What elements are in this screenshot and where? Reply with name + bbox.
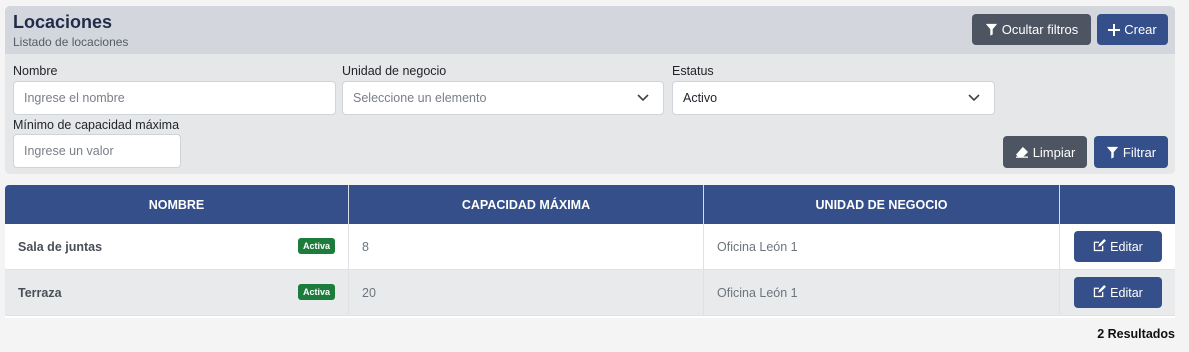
status-filter-label: Estatus xyxy=(672,64,714,78)
cell-actions: Editar xyxy=(1060,224,1175,269)
filter-icon xyxy=(985,23,998,36)
business-unit-select[interactable]: Seleccione un elemento xyxy=(342,81,664,115)
hide-filters-button[interactable]: Ocultar filtros xyxy=(972,14,1091,45)
clear-button[interactable]: Limpiar xyxy=(1003,136,1087,168)
filter-button[interactable]: Filtrar xyxy=(1094,136,1168,168)
cell-business-unit: Oficina León 1 xyxy=(704,224,1060,269)
filter-panel: Locaciones Listado de locaciones Ocultar… xyxy=(5,6,1175,174)
cell-name: Sala de juntas Activa xyxy=(5,224,349,269)
column-header-name[interactable]: NOMBRE xyxy=(5,185,349,224)
edit-icon xyxy=(1092,284,1107,301)
location-name: Sala de juntas xyxy=(18,239,103,254)
clear-label: Limpiar xyxy=(1032,144,1076,160)
name-filter-placeholder: Ingrese el nombre xyxy=(24,91,125,105)
chevron-down-icon xyxy=(637,91,649,105)
status-badge: Activa xyxy=(297,238,335,254)
name-filter-label: Nombre xyxy=(13,64,58,78)
results-count: 2 Resultados xyxy=(1097,327,1175,341)
business-unit-filter-label: Unidad de negocio xyxy=(342,64,447,78)
status-value: Activo xyxy=(683,91,718,105)
column-header-business-unit[interactable]: UNIDAD DE NEGOCIO xyxy=(704,185,1060,224)
cell-actions: Editar xyxy=(1060,270,1175,315)
edit-button[interactable]: Editar xyxy=(1073,277,1162,308)
eraser-icon xyxy=(1015,146,1029,158)
plus-icon xyxy=(1108,23,1121,36)
location-name: Terraza xyxy=(18,285,62,300)
min-capacity-input[interactable]: Ingrese un valor xyxy=(13,134,181,168)
min-capacity-filter-label: Mínimo de capacidad máxima xyxy=(13,118,180,132)
edit-icon xyxy=(1092,238,1107,255)
business-unit-placeholder: Seleccione un elemento xyxy=(353,91,487,105)
filter-label: Filtrar xyxy=(1122,144,1157,160)
page-subtitle: Listado de locaciones xyxy=(13,35,129,49)
cell-name: Terraza Activa xyxy=(5,270,349,315)
column-header-actions xyxy=(1060,185,1175,224)
create-label: Crear xyxy=(1124,22,1157,37)
page-title: Locaciones xyxy=(13,12,113,32)
edit-button[interactable]: Editar xyxy=(1073,231,1162,262)
cell-capacity: 20 xyxy=(349,270,704,315)
cell-business-unit: Oficina León 1 xyxy=(704,270,1060,315)
create-button[interactable]: Crear xyxy=(1097,14,1168,45)
locations-table: NOMBRE CAPACIDAD MÁXIMA UNIDAD DE NEGOCI… xyxy=(5,185,1175,318)
hide-filters-label: Ocultar filtros xyxy=(1001,22,1079,37)
status-badge: Activa xyxy=(297,284,335,300)
edit-label: Editar xyxy=(1110,239,1143,254)
edit-label: Editar xyxy=(1110,285,1143,300)
min-capacity-placeholder: Ingrese un valor xyxy=(24,144,114,158)
filter-panel-header: Locaciones Listado de locaciones Ocultar… xyxy=(5,6,1175,54)
cell-capacity: 8 xyxy=(349,224,704,269)
chevron-down-icon xyxy=(968,91,980,105)
column-header-capacity[interactable]: CAPACIDAD MÁXIMA xyxy=(349,185,704,224)
table-row: Sala de juntas Activa 8 Oficina León 1 E… xyxy=(5,224,1175,270)
filter-icon xyxy=(1106,146,1119,159)
status-select[interactable]: Activo xyxy=(672,81,995,115)
table-row: Terraza Activa 20 Oficina León 1 Editar xyxy=(5,270,1175,316)
name-filter-input[interactable]: Ingrese el nombre xyxy=(13,81,336,115)
table-header: NOMBRE CAPACIDAD MÁXIMA UNIDAD DE NEGOCI… xyxy=(5,185,1175,224)
